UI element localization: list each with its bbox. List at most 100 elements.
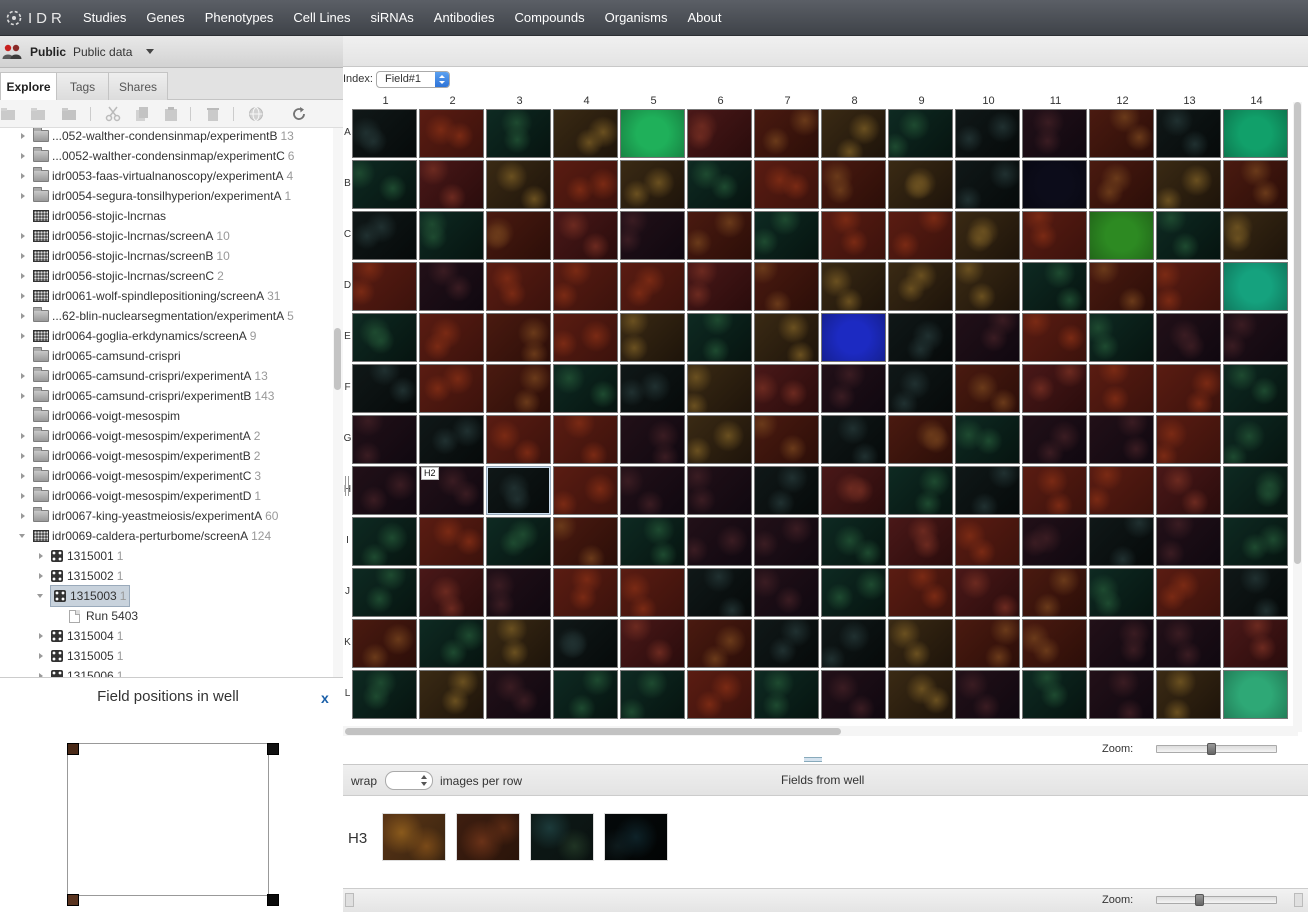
well-j2[interactable] bbox=[419, 568, 484, 617]
well-i7[interactable] bbox=[754, 517, 819, 566]
well-d9[interactable] bbox=[888, 262, 953, 311]
well-i4[interactable] bbox=[553, 517, 618, 566]
collapsed-arrow-icon[interactable] bbox=[18, 191, 28, 201]
collapsed-arrow-icon[interactable] bbox=[18, 371, 28, 381]
well-f7[interactable] bbox=[754, 364, 819, 413]
well-b8[interactable] bbox=[821, 160, 886, 209]
well-j4[interactable] bbox=[553, 568, 618, 617]
new-dataset-icon[interactable] bbox=[61, 106, 77, 122]
well-g10[interactable] bbox=[955, 415, 1020, 464]
well-b13[interactable] bbox=[1156, 160, 1221, 209]
field-thumbnail[interactable] bbox=[382, 813, 446, 861]
well-e9[interactable] bbox=[888, 313, 953, 362]
well-f2[interactable] bbox=[419, 364, 484, 413]
tree-item[interactable]: idr0065-camsund-crispri bbox=[18, 346, 182, 366]
well-e12[interactable] bbox=[1089, 313, 1154, 362]
tree-item-label-group[interactable]: idr0053-faas-virtualnanoscopy/experiment… bbox=[32, 166, 294, 186]
collapsed-arrow-icon[interactable] bbox=[36, 631, 46, 641]
well-c12[interactable] bbox=[1089, 211, 1154, 260]
tree-item[interactable]: idr0066-voigt-mesospim/experimentD 1 bbox=[18, 486, 262, 506]
well-b1[interactable] bbox=[352, 160, 417, 209]
well-c1[interactable] bbox=[352, 211, 417, 260]
tree-item[interactable]: idr0065-camsund-crispri/experimentA 13 bbox=[18, 366, 269, 386]
well-i14[interactable] bbox=[1223, 517, 1288, 566]
collapsed-arrow-icon[interactable] bbox=[18, 331, 28, 341]
well-d12[interactable] bbox=[1089, 262, 1154, 311]
nav-item-about[interactable]: About bbox=[687, 0, 721, 36]
expanded-arrow-icon[interactable] bbox=[18, 531, 28, 541]
well-k9[interactable] bbox=[888, 619, 953, 668]
well-i8[interactable] bbox=[821, 517, 886, 566]
field-position-marker[interactable] bbox=[267, 743, 279, 755]
well-g3[interactable] bbox=[486, 415, 551, 464]
well-i12[interactable] bbox=[1089, 517, 1154, 566]
tree-item-label-group[interactable]: 1315002 1 bbox=[50, 566, 124, 586]
well-h4[interactable] bbox=[553, 466, 618, 515]
well-l4[interactable] bbox=[553, 670, 618, 719]
well-k13[interactable] bbox=[1156, 619, 1221, 668]
tree-item-label-group[interactable]: idr0065-camsund-crispri/experimentB 143 bbox=[32, 386, 275, 406]
collapsed-arrow-icon[interactable] bbox=[36, 571, 46, 581]
well-a11[interactable] bbox=[1022, 109, 1087, 158]
well-b7[interactable] bbox=[754, 160, 819, 209]
field-thumbnail[interactable] bbox=[604, 813, 668, 861]
well-e2[interactable] bbox=[419, 313, 484, 362]
well-f10[interactable] bbox=[955, 364, 1020, 413]
well-h7[interactable] bbox=[754, 466, 819, 515]
well-b14[interactable] bbox=[1223, 160, 1288, 209]
well-b10[interactable] bbox=[955, 160, 1020, 209]
tree-item[interactable]: idr0065-camsund-crispri/experimentB 143 bbox=[18, 386, 275, 406]
field-thumbnail[interactable] bbox=[530, 813, 594, 861]
well-c6[interactable] bbox=[687, 211, 752, 260]
well-f4[interactable] bbox=[553, 364, 618, 413]
well-a14[interactable] bbox=[1223, 109, 1288, 158]
new-project-icon[interactable] bbox=[30, 106, 46, 122]
well-a8[interactable] bbox=[821, 109, 886, 158]
well-l7[interactable] bbox=[754, 670, 819, 719]
tree-scrollbar-thumb[interactable] bbox=[334, 328, 341, 390]
tree-item[interactable]: 1315003 1 bbox=[36, 585, 131, 607]
plate-horizontal-scrollbar[interactable] bbox=[343, 726, 1298, 736]
well-a10[interactable] bbox=[955, 109, 1020, 158]
expanded-arrow-icon[interactable] bbox=[36, 591, 46, 601]
field-position-marker[interactable] bbox=[267, 894, 279, 906]
tree-item-label-group[interactable]: ...052-walther-condensinmap/experimentB 1… bbox=[32, 128, 295, 146]
well-c2[interactable] bbox=[419, 211, 484, 260]
well-i9[interactable] bbox=[888, 517, 953, 566]
well-d10[interactable] bbox=[955, 262, 1020, 311]
nav-item-organisms[interactable]: Organisms bbox=[605, 0, 668, 36]
well-k1[interactable] bbox=[352, 619, 417, 668]
well-b2[interactable] bbox=[419, 160, 484, 209]
well-j10[interactable] bbox=[955, 568, 1020, 617]
collapsed-arrow-icon[interactable] bbox=[18, 391, 28, 401]
field-position-marker[interactable] bbox=[67, 894, 79, 906]
tree-item[interactable]: idr0056-stojic-lncrnas/screenB 10 bbox=[18, 246, 231, 266]
well-h3[interactable] bbox=[486, 466, 551, 515]
well-h5[interactable] bbox=[620, 466, 685, 515]
well-f8[interactable] bbox=[821, 364, 886, 413]
tree-item[interactable]: idr0066-voigt-mesospim bbox=[18, 406, 181, 426]
well-k3[interactable] bbox=[486, 619, 551, 668]
nav-item-compounds[interactable]: Compounds bbox=[515, 0, 585, 36]
collapsed-arrow-icon[interactable] bbox=[18, 271, 28, 281]
tree-item[interactable]: idr0053-faas-virtualnanoscopy/experiment… bbox=[18, 166, 294, 186]
well-k11[interactable] bbox=[1022, 619, 1087, 668]
well-h10[interactable] bbox=[955, 466, 1020, 515]
well-k14[interactable] bbox=[1223, 619, 1288, 668]
tree-item-label-group[interactable]: idr0056-stojic-lncrnas/screenB 10 bbox=[32, 246, 231, 266]
tree-item[interactable]: idr0067-king-yeastmeiosis/experimentA 60 bbox=[18, 506, 279, 526]
select-stepper-icon[interactable] bbox=[434, 71, 449, 87]
well-l8[interactable] bbox=[821, 670, 886, 719]
tree-item[interactable]: idr0066-voigt-mesospim/experimentB 2 bbox=[18, 446, 261, 466]
well-d3[interactable] bbox=[486, 262, 551, 311]
tree-item-label-group[interactable]: 1315001 1 bbox=[50, 546, 124, 566]
collapsed-arrow-icon[interactable] bbox=[18, 311, 28, 321]
tree-item[interactable]: Run 5403 bbox=[54, 606, 139, 626]
plate-zoom-slider[interactable] bbox=[1156, 743, 1278, 755]
well-j9[interactable] bbox=[888, 568, 953, 617]
well-c8[interactable] bbox=[821, 211, 886, 260]
plate-horizontal-scrollbar-thumb[interactable] bbox=[345, 728, 841, 735]
well-c3[interactable] bbox=[486, 211, 551, 260]
well-e5[interactable] bbox=[620, 313, 685, 362]
well-a4[interactable] bbox=[553, 109, 618, 158]
